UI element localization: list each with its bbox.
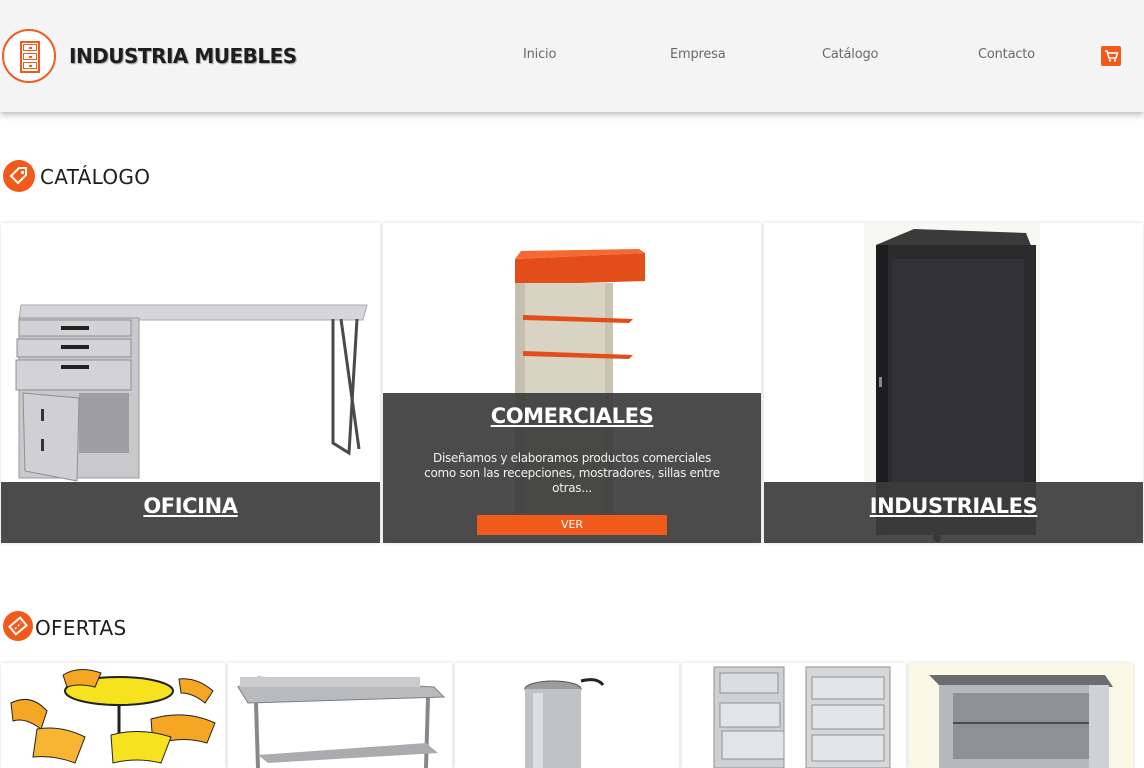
card-description: Diseñamos y elaboramos productos comerci… xyxy=(424,451,720,495)
ticket-icon xyxy=(3,611,33,641)
offer-card[interactable] xyxy=(909,663,1133,768)
steel-cart-image xyxy=(909,663,1133,768)
offer-card[interactable] xyxy=(455,663,679,768)
card-caption-bar: OFICINA xyxy=(1,482,380,543)
shopping-cart-icon[interactable] xyxy=(1101,46,1121,66)
catalog-card-oficina[interactable]: OFICINA xyxy=(1,223,380,543)
card-title-industriales[interactable]: INDUSTRIALES xyxy=(764,494,1143,518)
catalog-title: CATÁLOGO xyxy=(40,165,151,189)
file-cabinets-image xyxy=(713,666,891,768)
nav-contacto[interactable]: Contacto xyxy=(978,47,1035,62)
nav-catalogo[interactable]: Catálogo xyxy=(822,47,878,62)
tag-icon xyxy=(3,160,35,192)
nav-empresa[interactable]: Empresa xyxy=(670,47,726,62)
trash-bin-image xyxy=(524,678,605,768)
card-hover-overlay: COMERCIALES Diseñamos y elaboramos produ… xyxy=(383,393,761,543)
catalog-card-comerciales[interactable]: COMERCIALES Diseñamos y elaboramos produ… xyxy=(383,223,761,543)
steel-table-image xyxy=(237,676,446,768)
card-caption-bar: INDUSTRIALES xyxy=(764,482,1143,543)
brand-name[interactable]: INDUSTRIA MUEBLES xyxy=(69,44,297,68)
cabinet-icon xyxy=(20,41,40,73)
nav-inicio[interactable]: Inicio xyxy=(523,47,556,62)
offer-card[interactable] xyxy=(228,663,452,768)
card-title-oficina[interactable]: OFICINA xyxy=(1,494,380,518)
ver-button[interactable]: VER xyxy=(477,515,667,535)
offer-card[interactable] xyxy=(1,663,225,768)
offers-title: OFERTAS xyxy=(35,616,127,640)
catalog-card-industriales[interactable]: INDUSTRIALES xyxy=(764,223,1143,543)
card-title-comerciales[interactable]: COMERCIALES xyxy=(383,404,761,428)
dining-set-image xyxy=(10,669,216,764)
site-header: INDUSTRIA MUEBLES Inicio Empresa Catálog… xyxy=(0,0,1144,112)
offer-card[interactable] xyxy=(682,663,906,768)
logo[interactable] xyxy=(2,29,56,83)
